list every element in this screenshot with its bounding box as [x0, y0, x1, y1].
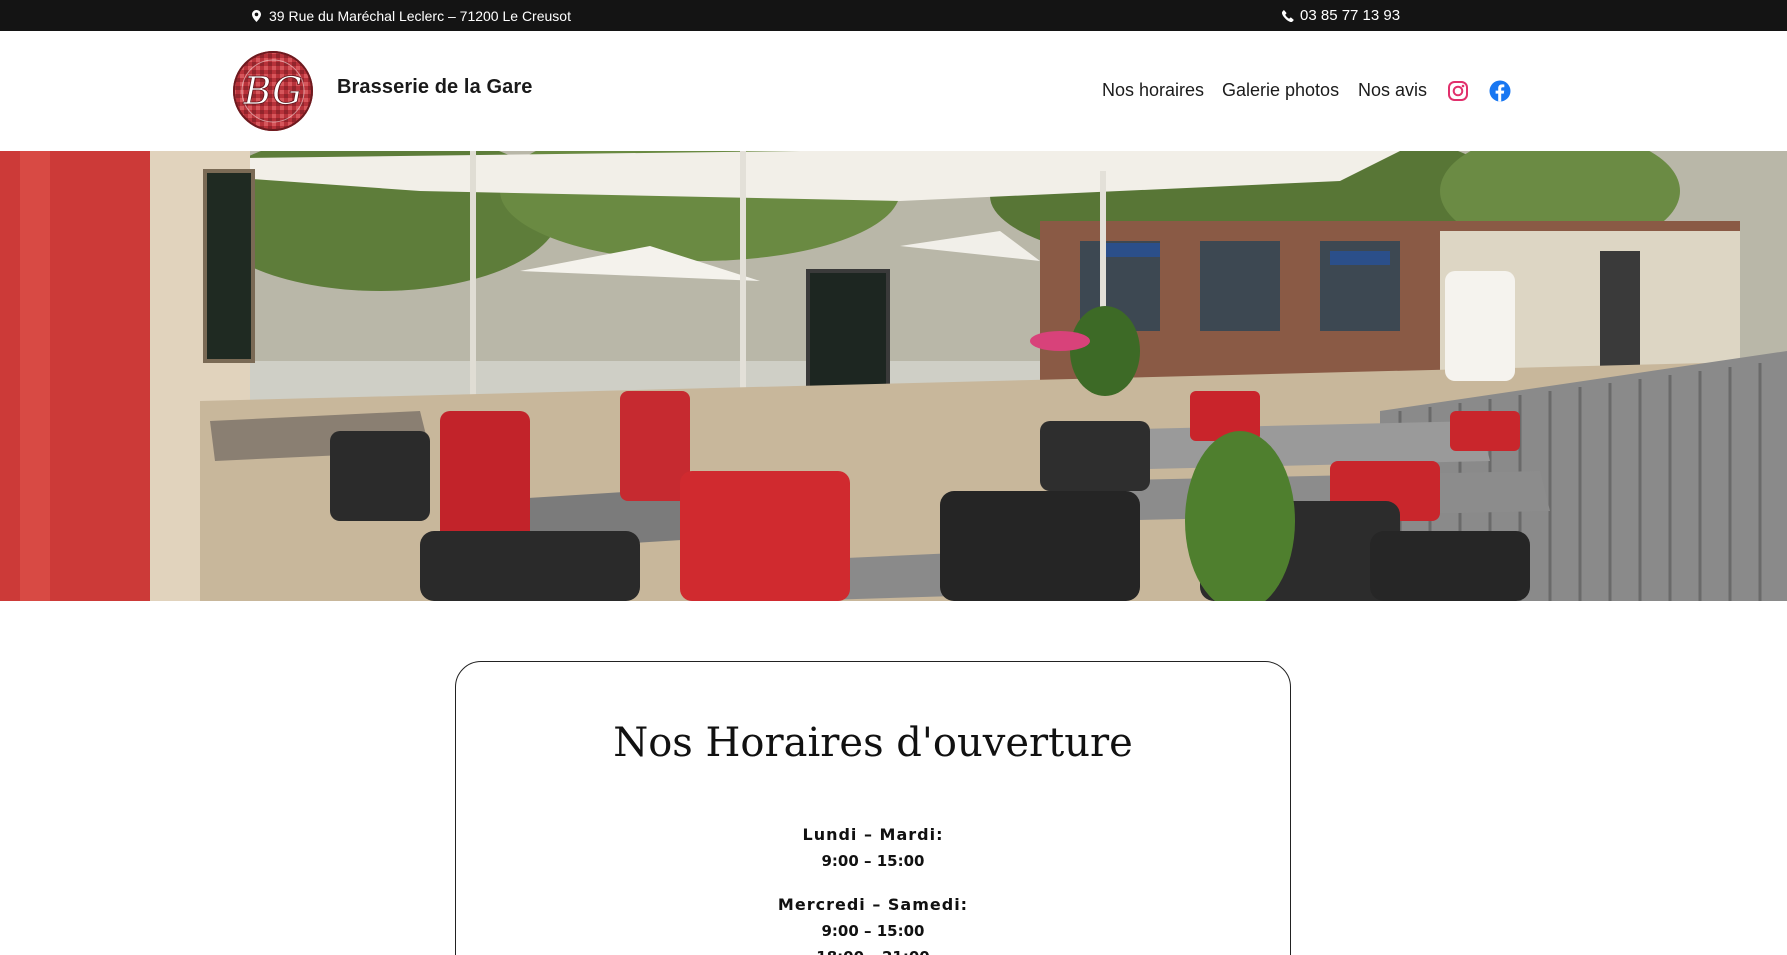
nav-link-galerie[interactable]: Galerie photos — [1222, 80, 1339, 101]
phone-block[interactable]: 03 85 77 13 93 — [1282, 0, 1400, 31]
address-text: 39 Rue du Maréchal Leclerc – 71200 Le Cr… — [269, 7, 571, 24]
schedule-days: Lundi – Mardi: — [802, 825, 944, 844]
schedule-time: 18:00 – 21:00 — [456, 944, 1290, 955]
top-info-bar: 39 Rue du Maréchal Leclerc – 71200 Le Cr… — [0, 0, 1787, 31]
map-marker-icon — [252, 9, 261, 22]
schedule-days: Mercredi – Samedi: — [777, 895, 969, 914]
facebook-icon[interactable] — [1489, 80, 1511, 102]
opening-hours-card: Nos Horaires d'ouverture Lundi – Mardi: … — [455, 661, 1291, 955]
address-block: 39 Rue du Maréchal Leclerc – 71200 Le Cr… — [252, 0, 571, 31]
restaurant-terrace-photo — [0, 151, 1787, 601]
opening-hours-list: Lundi – Mardi: 9:00 – 15:00 Mercredi – S… — [456, 822, 1290, 955]
phone-number[interactable]: 03 85 77 13 93 — [1300, 7, 1400, 24]
schedule-time: 9:00 – 15:00 — [821, 922, 925, 940]
instagram-icon[interactable] — [1447, 80, 1469, 102]
opening-hours-title: Nos Horaires d'ouverture — [613, 720, 1133, 766]
main-navigation: Nos horaires Galerie photos Nos avis — [0, 31, 1787, 151]
schedule-time: 9:00 – 15:00 — [821, 852, 925, 870]
nav-link-avis[interactable]: Nos avis — [1358, 80, 1427, 101]
phone-icon — [1282, 9, 1294, 22]
nav-link-horaires[interactable]: Nos horaires — [1102, 80, 1204, 101]
site-header: BG Brasserie de la Gare Nos horaires Gal… — [0, 31, 1787, 151]
